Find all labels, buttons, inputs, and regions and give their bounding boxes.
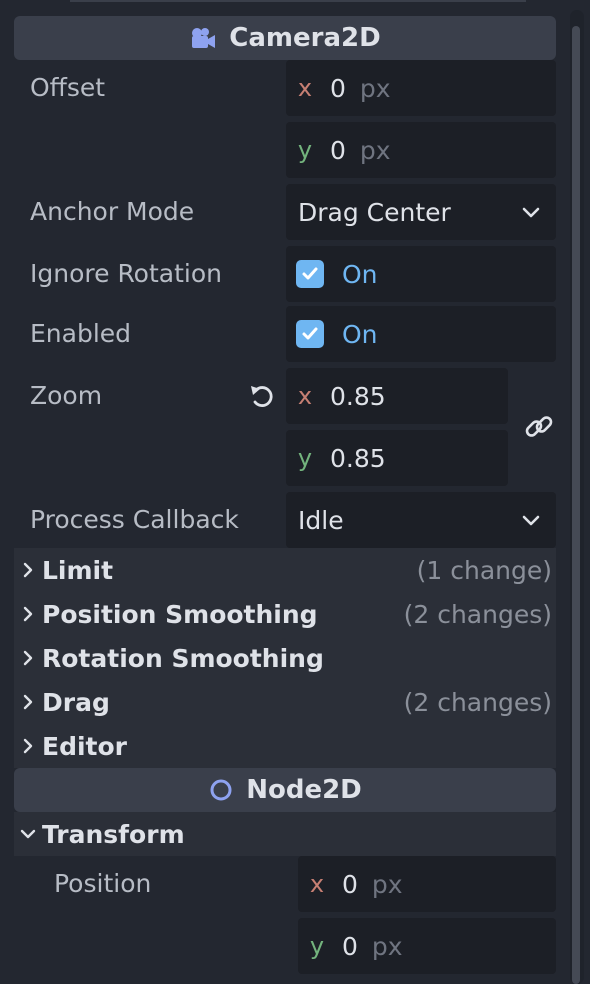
camera2d-section-header[interactable]: Camera2D [14, 16, 556, 60]
ignore-rotation-label: Ignore Rotation [30, 259, 222, 288]
offset-y-value: 0 [330, 135, 346, 165]
chevron-down-icon [14, 827, 42, 841]
offset-x-field[interactable]: x 0 px [286, 60, 556, 116]
position-y-axis: y [309, 932, 325, 960]
group-drag-name: Drag [42, 687, 110, 717]
panel-top-edge [70, 0, 526, 2]
zoom-x-field[interactable]: x 0.85 [286, 368, 508, 424]
position-x-value: 0 [342, 869, 358, 899]
enabled-checkbox[interactable] [296, 320, 324, 348]
ignore-rotation-state: On [342, 259, 378, 289]
zoom-label: Zoom [30, 381, 103, 410]
camera2d-title: Camera2D [229, 23, 381, 53]
process-callback-label: Process Callback [30, 505, 239, 534]
offset-x-axis: x [297, 74, 313, 102]
group-transform[interactable]: Transform [14, 812, 556, 856]
zoom-x-axis: x [297, 382, 313, 410]
group-rotation-smoothing[interactable]: Rotation Smoothing [14, 636, 556, 680]
group-limit-name: Limit [42, 555, 114, 585]
checkmark-icon [302, 267, 318, 280]
position-y-unit: px [371, 931, 403, 961]
group-limit[interactable]: Limit (1 change) [14, 548, 556, 592]
group-drag[interactable]: Drag (2 changes) [14, 680, 556, 724]
process-callback-dropdown[interactable]: Idle [286, 492, 556, 548]
offset-y-field[interactable]: y 0 px [286, 122, 556, 178]
offset-x-value: 0 [330, 73, 346, 103]
group-drag-changes: (2 changes) [403, 687, 552, 717]
zoom-y-value: 0.85 [330, 443, 386, 473]
position-x-field[interactable]: x 0 px [298, 856, 556, 912]
position-x-unit: px [371, 869, 403, 899]
camera-icon [192, 28, 216, 48]
anchor-mode-dropdown[interactable]: Drag Center [286, 184, 556, 240]
ignore-rotation-checkbox[interactable] [296, 260, 324, 288]
group-editor[interactable]: Editor [14, 724, 556, 768]
ignore-rotation-checkbox-field[interactable]: On [286, 246, 556, 302]
position-x-axis: x [309, 870, 325, 898]
group-limit-changes: (1 change) [416, 555, 552, 585]
node2d-title: Node2D [246, 775, 362, 805]
enabled-checkbox-field[interactable]: On [286, 306, 556, 362]
offset-y-axis: y [297, 136, 313, 164]
group-rotation-smoothing-name: Rotation Smoothing [42, 643, 324, 673]
offset-label: Offset [30, 73, 106, 102]
anchor-mode-label: Anchor Mode [30, 197, 195, 226]
group-transform-name: Transform [42, 819, 185, 849]
checkmark-icon [302, 327, 318, 340]
group-position-smoothing-name: Position Smoothing [42, 599, 318, 629]
zoom-y-axis: y [297, 444, 313, 472]
zoom-x-value: 0.85 [330, 381, 386, 411]
chevron-right-icon [14, 605, 42, 623]
group-position-smoothing-changes: (2 changes) [403, 599, 552, 629]
offset-x-unit: px [359, 73, 391, 103]
scrollbar-thumb[interactable] [572, 26, 580, 984]
link-icon[interactable] [522, 410, 556, 444]
chevron-down-icon [522, 515, 540, 526]
reset-icon[interactable] [248, 382, 278, 410]
process-callback-value: Idle [298, 505, 344, 535]
node-circle-icon [210, 779, 232, 801]
position-y-value: 0 [342, 931, 358, 961]
chevron-down-icon [522, 207, 540, 218]
chevron-right-icon [14, 561, 42, 579]
enabled-state: On [342, 319, 378, 349]
position-label: Position [54, 869, 152, 898]
position-y-field[interactable]: y 0 px [298, 918, 556, 974]
anchor-mode-value: Drag Center [298, 197, 451, 227]
group-position-smoothing[interactable]: Position Smoothing (2 changes) [14, 592, 556, 636]
chevron-right-icon [14, 649, 42, 667]
group-editor-name: Editor [42, 731, 127, 761]
node2d-section-header[interactable]: Node2D [14, 768, 556, 812]
chevron-right-icon [14, 737, 42, 755]
chevron-right-icon [14, 693, 42, 711]
enabled-label: Enabled [30, 319, 132, 348]
offset-y-unit: px [359, 135, 391, 165]
zoom-y-field[interactable]: y 0.85 [286, 430, 508, 486]
